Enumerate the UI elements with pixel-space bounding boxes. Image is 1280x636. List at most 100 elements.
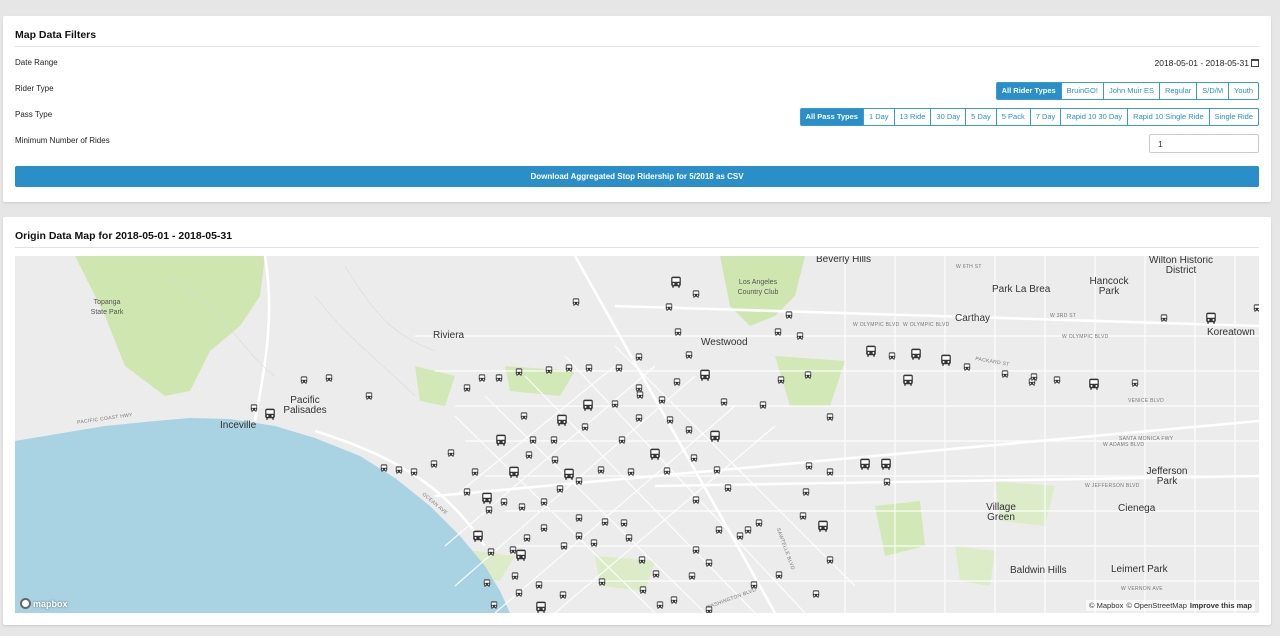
bus-stop-icon[interactable] (785, 311, 793, 319)
download-csv-button[interactable]: Download Aggregated Stop Ridership for 5… (15, 166, 1259, 187)
bus-stop-icon[interactable] (859, 458, 871, 470)
date-range-picker[interactable]: 2018-05-01 - 2018-05-31 (1154, 58, 1259, 68)
bus-stop-icon[interactable] (635, 353, 643, 361)
bus-stop-icon[interactable] (611, 400, 619, 408)
bus-stop-icon[interactable] (775, 571, 783, 579)
bus-stop-icon[interactable] (690, 454, 698, 462)
bus-stop-icon[interactable] (575, 477, 583, 485)
origin-map[interactable]: Beverly Hills Wilton Historic District P… (15, 256, 1259, 613)
pass-type-button-5-day[interactable]: 5 Day (965, 108, 997, 126)
bus-stop-icon[interactable] (535, 601, 547, 613)
bus-stop-icon[interactable] (518, 503, 526, 511)
rider-type-button-all-rider-types[interactable]: All Rider Types (995, 82, 1062, 100)
bus-stop-icon[interactable] (902, 374, 914, 386)
min-rides-input[interactable] (1149, 134, 1259, 153)
bus-stop-icon[interactable] (515, 549, 527, 561)
pass-type-button-7-day[interactable]: 7 Day (1029, 108, 1062, 126)
mapbox-logo[interactable]: mapbox (20, 598, 68, 609)
bus-stop-icon[interactable] (865, 345, 877, 357)
bus-stop-icon[interactable] (670, 596, 678, 604)
bus-stop-icon[interactable] (709, 430, 721, 442)
rider-type-button-youth[interactable]: Youth (1228, 82, 1259, 100)
bus-stop-icon[interactable] (699, 369, 711, 381)
bus-stop-icon[interactable] (485, 506, 493, 514)
bus-stop-icon[interactable] (523, 534, 531, 542)
bus-stop-icon[interactable] (540, 524, 548, 532)
bus-stop-icon[interactable] (540, 498, 548, 506)
bus-stop-icon[interactable] (581, 423, 589, 431)
bus-stop-icon[interactable] (535, 581, 543, 589)
bus-stop-icon[interactable] (495, 434, 507, 446)
bus-stop-icon[interactable] (511, 572, 519, 580)
bus-stop-icon[interactable] (1088, 378, 1100, 390)
bus-stop-icon[interactable] (750, 581, 758, 589)
bus-stop-icon[interactable] (1205, 312, 1217, 324)
bus-stop-icon[interactable] (560, 542, 568, 550)
bus-stop-icon[interactable] (963, 363, 971, 371)
bus-stop-icon[interactable] (565, 364, 573, 372)
bus-stop-icon[interactable] (264, 408, 276, 420)
bus-stop-icon[interactable] (910, 348, 922, 360)
bus-stop-icon[interactable] (685, 351, 693, 359)
rider-type-button-regular[interactable]: Regular (1158, 82, 1198, 100)
bus-stop-icon[interactable] (705, 606, 713, 613)
bus-stop-icon[interactable] (325, 374, 333, 382)
pass-type-button-rapid-10-30-day[interactable]: Rapid 10 30 Day (1060, 108, 1129, 126)
bus-stop-icon[interactable] (556, 485, 564, 493)
bus-stop-icon[interactable] (724, 484, 732, 492)
bus-stop-icon[interactable] (636, 391, 644, 399)
bus-stop-icon[interactable] (736, 532, 744, 540)
bus-stop-icon[interactable] (483, 579, 491, 587)
pass-type-button-1-day[interactable]: 1 Day (862, 108, 895, 126)
bus-stop-icon[interactable] (880, 458, 892, 470)
bus-stop-icon[interactable] (888, 352, 896, 360)
bus-stop-icon[interactable] (649, 448, 661, 460)
bus-stop-icon[interactable] (705, 559, 713, 567)
bus-stop-icon[interactable] (720, 398, 728, 406)
bus-stop-icon[interactable] (674, 328, 682, 336)
bus-stop-icon[interactable] (665, 303, 673, 311)
bus-stop-icon[interactable] (463, 384, 471, 392)
bus-stop-icon[interactable] (590, 539, 598, 547)
bus-stop-icon[interactable] (656, 601, 664, 609)
bus-stop-icon[interactable] (529, 436, 537, 444)
bus-stop-icon[interactable] (804, 371, 812, 379)
bus-stop-icon[interactable] (658, 396, 666, 404)
bus-stop-icon[interactable] (365, 392, 373, 400)
bus-stop-icon[interactable] (802, 488, 810, 496)
bus-stop-icon[interactable] (625, 534, 633, 542)
bus-stop-icon[interactable] (685, 426, 693, 434)
bus-stop-icon[interactable] (463, 488, 471, 496)
pass-type-button-5-pack[interactable]: 5 Pack (995, 108, 1031, 126)
bus-stop-icon[interactable] (500, 498, 508, 506)
bus-stop-icon[interactable] (472, 530, 484, 542)
bus-stop-icon[interactable] (940, 354, 952, 366)
bus-stop-icon[interactable] (598, 578, 606, 586)
pass-type-button-all-pass-types[interactable]: All Pass Types (799, 108, 864, 126)
mapbox-attribution-link[interactable]: © Mapbox (1089, 601, 1123, 610)
bus-stop-icon[interactable] (515, 589, 523, 597)
rider-type-button-s-d-m[interactable]: S/D/M (1196, 82, 1230, 100)
bus-stop-icon[interactable] (495, 374, 503, 382)
bus-stop-icon[interactable] (380, 464, 388, 472)
bus-stop-icon[interactable] (620, 519, 628, 527)
bus-stop-icon[interactable] (639, 586, 647, 594)
rider-type-button-john-muir-es[interactable]: John Muir ES (1102, 82, 1160, 100)
bus-stop-icon[interactable] (812, 590, 820, 598)
bus-stop-icon[interactable] (692, 546, 700, 554)
bus-stop-icon[interactable] (759, 401, 767, 409)
bus-stop-icon[interactable] (1030, 373, 1038, 381)
bus-stop-icon[interactable] (744, 526, 752, 534)
bus-stop-icon[interactable] (575, 514, 583, 522)
bus-stop-icon[interactable] (883, 478, 891, 486)
bus-stop-icon[interactable] (563, 468, 575, 480)
pass-type-button-rapid-10-single-ride[interactable]: Rapid 10 Single Ride (1127, 108, 1210, 126)
bus-stop-icon[interactable] (692, 290, 700, 298)
bus-stop-icon[interactable] (627, 468, 635, 476)
bus-stop-icon[interactable] (666, 416, 674, 424)
pass-type-button-13-ride[interactable]: 13 Ride (893, 108, 932, 126)
bus-stop-icon[interactable] (774, 328, 782, 336)
bus-stop-icon[interactable] (673, 378, 681, 386)
osm-attribution-link[interactable]: © OpenStreetMap (1126, 601, 1187, 610)
bus-stop-icon[interactable] (755, 519, 763, 527)
